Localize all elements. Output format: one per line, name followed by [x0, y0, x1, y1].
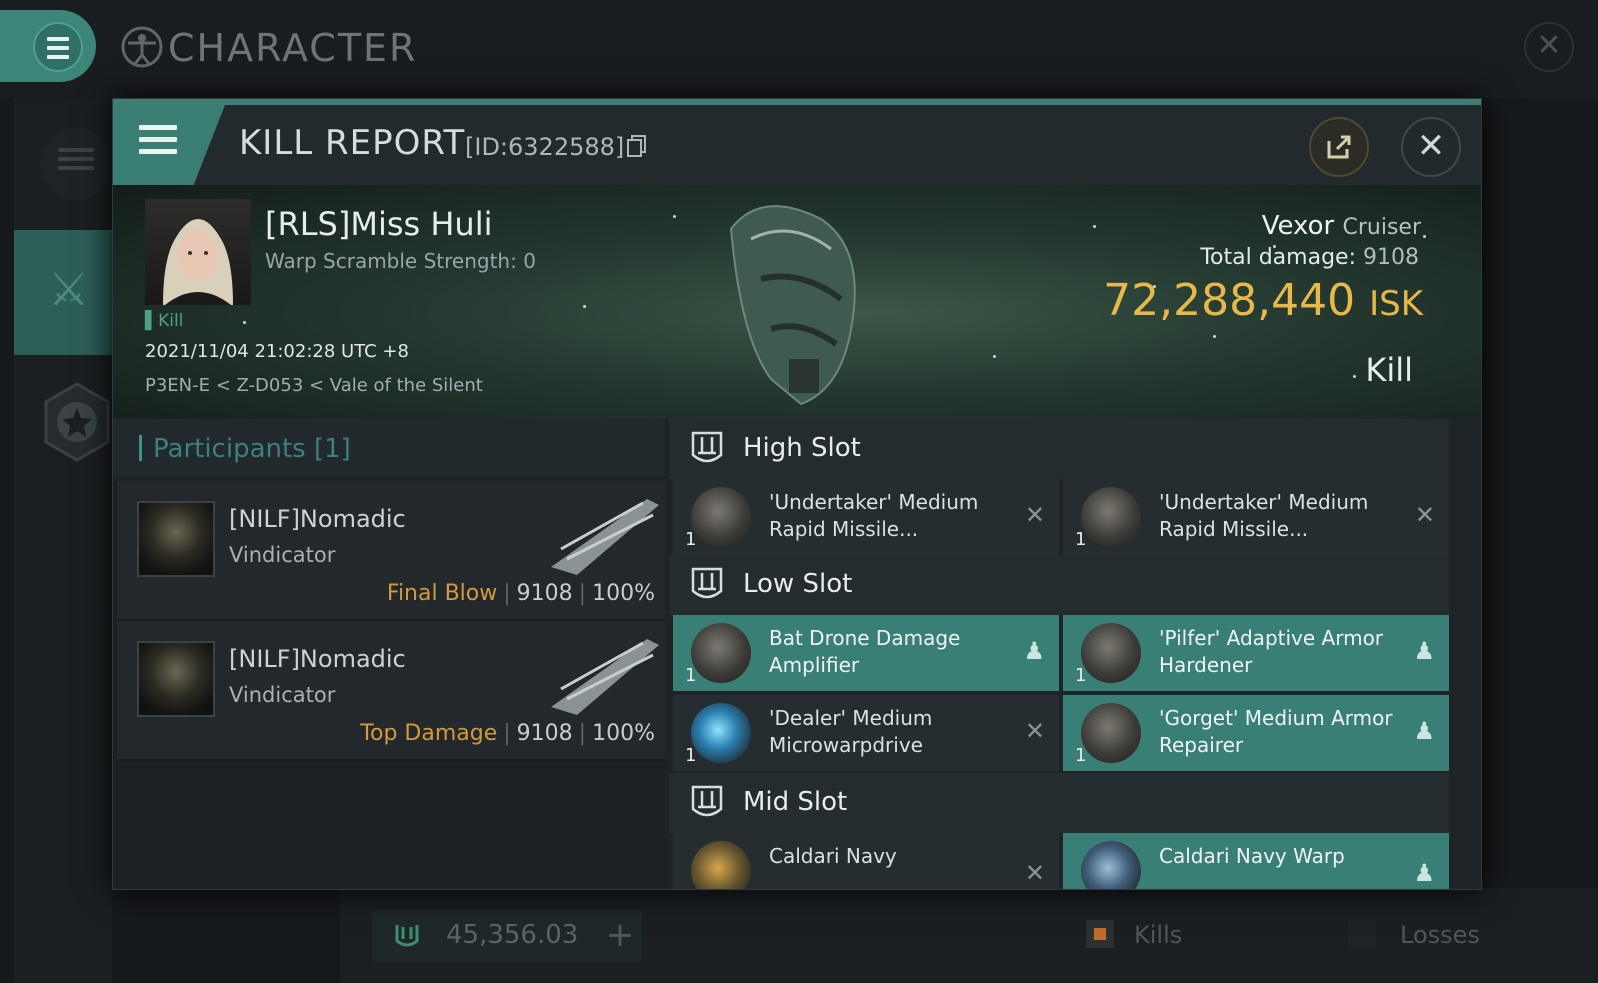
- dropped-icon: ♟: [1023, 637, 1045, 665]
- module-item[interactable]: 1 'Undertaker' Medium Rapid Missile... ✕: [673, 479, 1059, 555]
- module-item[interactable]: 1 'Dealer' Medium Microwarpdrive ✕: [673, 695, 1059, 771]
- module-qty: 1: [685, 665, 697, 686]
- menu-icon: [47, 37, 69, 64]
- swords-icon: ⚔: [48, 262, 90, 316]
- module-icon: [691, 623, 751, 683]
- copy-icon[interactable]: [627, 135, 647, 157]
- victim-ship-name[interactable]: Vexor Cruiser: [1233, 211, 1421, 241]
- participant-name: [NILF]Nomadic: [229, 505, 406, 533]
- wallet-value: 45,356.03: [446, 920, 579, 950]
- destroyed-icon: ✕: [1414, 501, 1435, 529]
- mid-slot-header: Mid Slot: [669, 773, 1449, 833]
- victim-ship-class: Cruiser: [1342, 215, 1421, 240]
- module-name: Caldari Navy Warp: [1159, 844, 1345, 868]
- menu-icon: [139, 125, 177, 161]
- modal-close-button[interactable]: ✕: [1401, 117, 1461, 177]
- isk-icon: [395, 925, 419, 947]
- dropped-icon: ♟: [1413, 717, 1435, 745]
- kill-tag: ▌Kill: [145, 311, 184, 331]
- module-name: 'Undertaker' Medium Rapid Missile...: [769, 490, 979, 541]
- participant-row[interactable]: [NILF]Nomadic Vindicator Final Blow | 9108…: [117, 481, 665, 621]
- participant-ship: Vindicator: [229, 683, 336, 707]
- high-slot-title: High Slot: [743, 433, 861, 463]
- participant-ship-image: [551, 499, 659, 575]
- warp-scramble-text: Warp Scramble Strength: 0: [265, 249, 536, 273]
- participant-stats: Final Blow | 9108 | 100%: [386, 581, 655, 606]
- participant-row[interactable]: [NILF]Nomadic Vindicator Top Damage | 9108…: [117, 621, 665, 761]
- module-icon: [691, 841, 751, 889]
- victim-avatar[interactable]: [145, 199, 251, 305]
- kills-label: Kills: [1134, 921, 1183, 949]
- losses-checkbox[interactable]: [1348, 920, 1376, 948]
- module-icon: [1081, 841, 1141, 889]
- slot-icon: [691, 785, 723, 817]
- participant-stats: Top Damage | 9108 | 100%: [360, 721, 655, 746]
- participant-avatar: [137, 501, 215, 577]
- kill-report-title: KILL REPORT: [239, 123, 466, 163]
- add-isk-button[interactable]: +: [598, 912, 642, 960]
- module-item[interactable]: 1 Bat Drone Damage Amplifier ♟: [673, 615, 1059, 691]
- losses-label: Losses: [1400, 921, 1480, 949]
- module-qty: 1: [1075, 529, 1087, 550]
- module-item[interactable]: 1 'Pilfer' Adaptive Armor Hardener ♟: [1063, 615, 1449, 691]
- star-icon[interactable]: [42, 382, 112, 462]
- destroyed-icon: ✕: [1024, 501, 1045, 529]
- total-damage: Total damage: 9108: [1200, 245, 1419, 270]
- close-icon: ✕: [1536, 28, 1562, 63]
- main-menu-button[interactable]: [0, 10, 96, 82]
- module-qty: 1: [685, 529, 697, 550]
- module-name: 'Dealer' Medium Microwarpdrive: [769, 706, 933, 757]
- participants-title: Participants [1]: [153, 434, 351, 464]
- share-button[interactable]: [1309, 117, 1369, 177]
- module-name: 'Pilfer' Adaptive Armor Hardener: [1159, 626, 1384, 677]
- window-title: CHARACTER: [168, 26, 418, 70]
- participants-marker: [139, 435, 142, 461]
- close-icon: ✕: [1416, 126, 1446, 166]
- module-item[interactable]: Caldari Navy ✕: [673, 833, 1059, 889]
- participant-avatar: [137, 641, 215, 717]
- slot-icon: [691, 567, 723, 599]
- mid-slot-title: Mid Slot: [743, 787, 848, 817]
- kill-report-modal: KILL REPORT [ID:6322588] ✕ [RLS]Miss Hul…: [112, 98, 1482, 890]
- destroyed-icon: ✕: [1024, 717, 1045, 745]
- window-close-button[interactable]: ✕: [1524, 22, 1574, 72]
- kill-report-id: [ID:6322588]: [465, 133, 625, 161]
- kill-datetime: 2021/11/04 21:02:28 UTC +8: [145, 341, 409, 362]
- module-name: 'Undertaker' Medium Rapid Missile...: [1159, 490, 1369, 541]
- module-name: 'Gorget' Medium Armor Repairer: [1159, 706, 1393, 757]
- slot-icon: [691, 431, 723, 463]
- result-label: Kill: [1365, 351, 1413, 389]
- module-name: Bat Drone Damage Amplifier: [769, 626, 961, 677]
- dropped-icon: ♟: [1413, 859, 1435, 887]
- victim-name[interactable]: [RLS]Miss Huli: [265, 205, 492, 243]
- module-icon: [691, 703, 751, 763]
- menu-icon: [58, 148, 94, 175]
- module-item[interactable]: 1 'Undertaker' Medium Rapid Missile... ✕: [1063, 479, 1449, 555]
- low-slot-title: Low Slot: [743, 569, 853, 599]
- module-item[interactable]: Caldari Navy Warp ♟: [1063, 833, 1449, 889]
- participant-name: [NILF]Nomadic: [229, 645, 406, 673]
- destroyed-icon: ✕: [1024, 859, 1045, 887]
- high-slot-header: High Slot: [669, 419, 1449, 479]
- module-name: Caldari Navy: [769, 844, 897, 868]
- character-icon: [121, 26, 163, 68]
- module-icon: [1081, 703, 1141, 763]
- dropped-icon: ♟: [1413, 637, 1435, 665]
- module-item[interactable]: 1 'Gorget' Medium Armor Repairer ♟: [1063, 695, 1449, 771]
- module-qty: 1: [1075, 665, 1087, 686]
- participant-ship-image: [551, 639, 659, 715]
- victim-ship-image: [729, 205, 856, 406]
- module-qty: 1: [1075, 745, 1087, 766]
- share-icon: [1327, 135, 1351, 159]
- kills-checkbox[interactable]: [1086, 920, 1114, 948]
- kill-location[interactable]: P3EN-E < Z-D053 < Vale of the Silent: [145, 375, 483, 396]
- module-qty: 1: [685, 745, 697, 766]
- low-slot-header: Low Slot: [669, 555, 1449, 615]
- module-icon: [1081, 623, 1141, 683]
- isk-value: 72,288,440 ISK: [1103, 275, 1423, 326]
- participant-ship: Vindicator: [229, 543, 336, 567]
- module-icon: [691, 487, 751, 547]
- module-icon: [1081, 487, 1141, 547]
- rail-menu-button[interactable]: [40, 128, 112, 200]
